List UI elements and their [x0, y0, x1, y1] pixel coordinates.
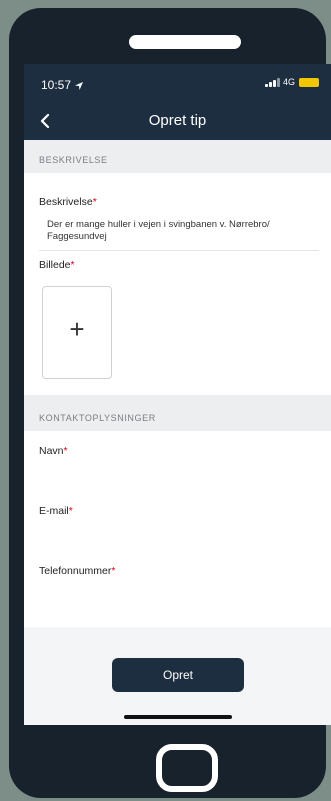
app-screen: 10:57 4G Opret tip BESKRIVELSE Beskrivel…: [24, 64, 331, 725]
battery-icon: [299, 77, 319, 87]
email-field[interactable]: [39, 543, 319, 544]
description-field[interactable]: Der er mange huller i vejen i svingbanen…: [47, 219, 319, 243]
home-indicator: [124, 715, 232, 719]
image-label: Billede*: [39, 259, 75, 271]
email-label: E-mail*: [39, 505, 73, 517]
submit-button[interactable]: Opret: [112, 658, 244, 692]
phone-field[interactable]: [39, 603, 319, 604]
status-time: 10:57: [41, 78, 72, 92]
network-type: 4G: [282, 77, 295, 87]
contact-card: Navn* E-mail* Telefonnummer*: [24, 431, 331, 627]
section-header-description: BESKRIVELSE: [24, 140, 331, 173]
home-button[interactable]: [156, 744, 218, 792]
name-label: Navn*: [39, 445, 68, 457]
plus-icon: +: [69, 314, 85, 344]
location-arrow-icon: [74, 78, 84, 90]
section-header-contact: KONTAKTOPLYSNINGER: [24, 395, 331, 431]
signal-icon: [264, 77, 280, 87]
name-field[interactable]: [39, 483, 319, 484]
description-underline: [39, 250, 319, 251]
phone-speaker: [129, 35, 241, 49]
add-image-button[interactable]: +: [42, 286, 112, 379]
phone-label: Telefonnummer*: [39, 565, 116, 577]
page-title: Opret tip: [148, 112, 207, 129]
description-label: Beskrivelse*: [39, 196, 97, 208]
status-bar: 10:57 4G: [24, 64, 331, 102]
navigation-bar: Opret tip: [24, 102, 331, 140]
